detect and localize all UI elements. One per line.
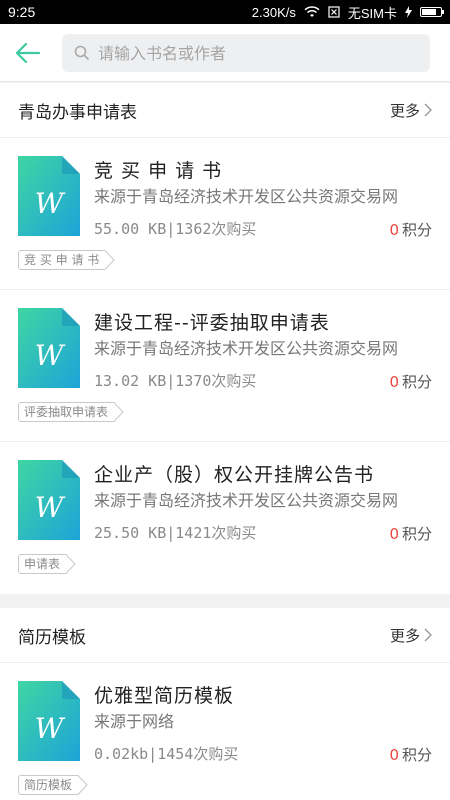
top-bar	[0, 24, 450, 82]
search-box[interactable]	[62, 34, 430, 72]
points-value: 0	[389, 746, 399, 764]
status-bar: 9:25 2.30K/s 无SIM卡	[0, 0, 450, 24]
chevron-right-icon	[424, 628, 432, 642]
word-document-icon: W	[18, 681, 80, 761]
tag-arrow-icon	[77, 775, 88, 795]
section-title: 简历模板	[18, 627, 86, 648]
points-label: 积分	[401, 373, 432, 391]
list-item[interactable]: W 企业产（股）权公开挂牌公告书 来源于青岛经济技术开发区公共资源交易网 25.…	[0, 442, 450, 594]
search-icon	[74, 45, 89, 60]
section-title: 青岛办事申请表	[18, 102, 137, 123]
tag[interactable]: 简历模板	[18, 775, 88, 795]
points: 0 积分	[389, 744, 432, 765]
word-document-icon: W	[18, 156, 80, 236]
points-label: 积分	[401, 221, 432, 239]
item-source: 来源于网络	[94, 712, 175, 731]
points: 0 积分	[389, 371, 432, 392]
list-item[interactable]: W 建设工程--评委抽取申请表 来源于青岛经济技术开发区公共资源交易网 13.0…	[0, 290, 450, 442]
word-document-icon: W	[18, 308, 80, 388]
list-item[interactable]: W 优雅型简历模板 来源于网络 0.02kb|1454次购买 0 积分 简历模板	[0, 663, 450, 800]
content-list[interactable]: 青岛办事申请表 更多 W 竞 买 申 请 书 来源于青岛经济技术开发区公共资源交…	[0, 82, 450, 800]
points-value: 0	[389, 221, 399, 239]
back-button[interactable]	[0, 24, 56, 82]
section-qingdao-forms: 青岛办事申请表 更多 W 竞 买 申 请 书 来源于青岛经济技术开发区公共资源交…	[0, 83, 450, 594]
item-meta: 55.00 KB|1362次购买	[94, 220, 257, 238]
tag[interactable]: 评委抽取申请表	[18, 402, 124, 422]
item-source: 来源于青岛经济技术开发区公共资源交易网	[94, 491, 399, 510]
section-header: 青岛办事申请表 更多	[0, 83, 450, 138]
tag-label: 评委抽取申请表	[18, 402, 115, 422]
back-arrow-icon	[15, 42, 41, 63]
item-title: 优雅型简历模板	[94, 685, 235, 707]
section-header: 简历模板 更多	[0, 608, 450, 663]
status-time: 9:25	[8, 4, 36, 20]
points: 0 积分	[389, 219, 432, 240]
svg-text:W: W	[35, 491, 66, 524]
item-title: 竞 买 申 请 书	[94, 160, 223, 182]
battery-icon	[420, 7, 444, 17]
section-resume-templates: 简历模板 更多 W 优雅型简历模板 来源于网络 0.02kb|1454次购买 0…	[0, 608, 450, 800]
item-meta: 13.02 KB|1370次购买	[94, 372, 257, 390]
tag-label: 申请表	[18, 554, 67, 574]
tag[interactable]: 申请表	[18, 554, 76, 574]
item-meta: 25.50 KB|1421次购买	[94, 524, 257, 542]
tag-label: 竞 买 申 请 书	[18, 250, 106, 270]
points-value: 0	[389, 525, 399, 543]
network-speed: 2.30K/s	[251, 4, 296, 20]
svg-text:W: W	[35, 339, 66, 372]
more-label: 更多	[389, 626, 420, 645]
item-title: 建设工程--评委抽取申请表	[94, 312, 330, 334]
chevron-right-icon	[424, 103, 432, 117]
more-label: 更多	[389, 101, 420, 120]
word-document-icon: W	[18, 460, 80, 540]
charging-icon	[405, 6, 412, 18]
points: 0 积分	[389, 523, 432, 544]
sim-status: 无SIM卡	[347, 5, 397, 21]
list-item[interactable]: W 竞 买 申 请 书 来源于青岛经济技术开发区公共资源交易网 55.00 KB…	[0, 138, 450, 290]
points-label: 积分	[401, 525, 432, 543]
tag[interactable]: 竞 买 申 请 书	[18, 250, 115, 270]
tag-arrow-icon	[65, 554, 76, 574]
no-sim-icon	[328, 6, 340, 18]
points-value: 0	[389, 373, 399, 391]
search-input[interactable]	[98, 43, 418, 63]
item-title: 企业产（股）权公开挂牌公告书	[94, 464, 375, 486]
tag-arrow-icon	[104, 250, 115, 270]
svg-text:W: W	[35, 187, 66, 220]
tag-label: 简历模板	[18, 775, 79, 795]
item-source: 来源于青岛经济技术开发区公共资源交易网	[94, 339, 399, 358]
item-source: 来源于青岛经济技术开发区公共资源交易网	[94, 187, 399, 206]
svg-text:W: W	[35, 712, 66, 745]
wifi-icon	[304, 6, 320, 17]
section-gap	[0, 594, 450, 608]
more-button[interactable]: 更多	[390, 100, 432, 121]
item-meta: 0.02kb|1454次购买	[94, 745, 239, 763]
points-label: 积分	[401, 746, 432, 764]
tag-arrow-icon	[113, 402, 124, 422]
more-button[interactable]: 更多	[390, 625, 432, 646]
